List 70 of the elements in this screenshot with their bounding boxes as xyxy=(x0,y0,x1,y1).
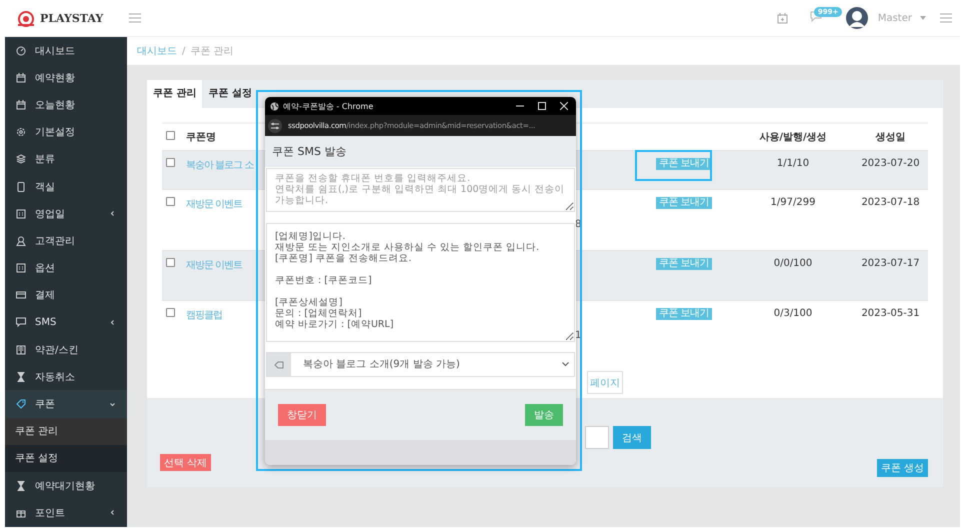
checkbox[interactable] xyxy=(166,131,175,140)
user-icon xyxy=(16,236,26,246)
sidebar-item[interactable]: SMS xyxy=(5,308,127,336)
phone-icon xyxy=(16,182,26,192)
globe-icon xyxy=(270,102,279,110)
close-icon[interactable] xyxy=(560,102,568,110)
message-field[interactable]: [업체명]입니다. 재방문 또는 지인소개로 사용하실 수 있는 할인쿠폰 입니다. [쿠폰명] 쿠폰을 전송해드려요. 쿠폰번호 : [쿠폰코드] [쿠폰상세설명] 문의 : [업체연락처] 예약 바로가기 : [예약URL] xyxy=(266,223,575,342)
sidebar-item[interactable]: 예약현황 xyxy=(5,64,127,92)
hourglass-icon xyxy=(16,372,26,382)
avatar[interactable] xyxy=(846,7,868,29)
table-cell: 1 xyxy=(575,330,582,341)
settings-icon xyxy=(16,127,26,138)
table-cell: 2023-07-20 xyxy=(861,158,920,169)
card-icon xyxy=(16,290,26,300)
column-header: 생성일 xyxy=(876,132,906,143)
table-cell: 1/1/10 xyxy=(776,158,810,169)
sidebar-item[interactable]: 자동취소 xyxy=(5,363,127,390)
table-cell: 0/0/100 xyxy=(774,258,812,269)
menu-icon[interactable] xyxy=(940,13,952,23)
logo: PLAYSTAY xyxy=(40,12,104,24)
sidebar-item[interactable]: 대시보드 xyxy=(5,37,127,64)
column-header: 사용/발행/생성 xyxy=(759,132,827,143)
sidebar-item[interactable]: 포인트 xyxy=(5,499,127,526)
column-header: 쿠폰명 xyxy=(186,132,216,143)
book-icon xyxy=(16,344,26,355)
sidebar-subitem[interactable]: 쿠폰 설정 xyxy=(5,444,127,472)
sidebar-item[interactable]: 분류 xyxy=(5,146,127,173)
tab[interactable]: 쿠폰 설정 xyxy=(202,80,258,108)
hourglass-icon xyxy=(16,480,26,491)
table-cell: 2023-05-31 xyxy=(861,308,920,319)
grid-icon xyxy=(16,263,26,274)
chat-icon xyxy=(16,317,26,328)
table-cell: 2023-07-18 xyxy=(861,197,920,208)
table-cell: 0/3/100 xyxy=(774,308,812,319)
sidebar-item[interactable]: 쿠폰 xyxy=(5,390,127,418)
sidebar-subitem[interactable]: 쿠폰 관리 xyxy=(5,418,127,445)
window-title: 예약-쿠폰발송 - Chrome xyxy=(283,100,374,112)
table-cell: 1/97/299 xyxy=(770,197,816,208)
tag-icon xyxy=(16,399,26,410)
breadcrumb-current: 쿠폰 관리 xyxy=(190,45,234,58)
calendar-icon xyxy=(16,100,26,110)
menu-icon[interactable] xyxy=(129,13,142,23)
checkbox[interactable] xyxy=(166,308,175,317)
breadcrumb-separator: / xyxy=(182,46,186,56)
table-cell: 2023-07-17 xyxy=(861,258,920,269)
tab[interactable]: 쿠폰 관리 xyxy=(147,80,202,108)
sidebar-item[interactable]: 기본설정 xyxy=(5,118,127,146)
search-field[interactable] xyxy=(585,426,609,449)
sidebar-item[interactable]: 옵션 xyxy=(5,254,127,282)
layers-icon xyxy=(16,154,26,164)
logo-icon xyxy=(15,9,37,27)
site-settings-icon[interactable] xyxy=(268,118,282,132)
caret-icon[interactable] xyxy=(920,16,926,20)
sidebar-item[interactable]: 고객관리 xyxy=(5,227,127,254)
checkbox[interactable] xyxy=(166,197,175,206)
checkbox[interactable] xyxy=(166,258,175,267)
gauge-icon xyxy=(16,46,26,56)
sidebar-item[interactable]: 예약대기현황 xyxy=(5,472,127,500)
sidebar-item[interactable]: 영업일 xyxy=(5,200,127,228)
phone-number-field[interactable]: 쿠폰을 전송할 휴대폰 번호를 입력해주세요. 연락처를 쉼표(,)로 구분해 입력하면 최대 100명에게 동시 전송이 가능합니다. xyxy=(266,168,575,212)
dialog-heading: 쿠폰 SMS 발송 xyxy=(272,144,346,159)
calendar-icon[interactable] xyxy=(776,12,788,24)
sidebar-item[interactable]: 약관/스킨 xyxy=(5,336,127,364)
calendar-icon xyxy=(16,72,26,83)
sidebar-item[interactable]: 오늘현황 xyxy=(5,91,127,119)
checkbox[interactable] xyxy=(166,158,175,167)
sidebar-item[interactable]: 결제 xyxy=(5,282,127,309)
grid-icon xyxy=(16,208,26,219)
maximize-icon[interactable] xyxy=(538,102,546,110)
sidebar-item[interactable]: 객실 xyxy=(5,172,127,200)
